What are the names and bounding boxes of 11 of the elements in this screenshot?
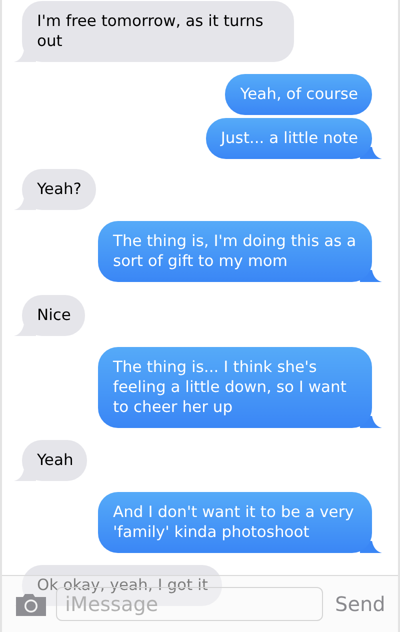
message-bubble: Nice — [22, 295, 85, 336]
message-bubble: Yeah? — [22, 169, 96, 210]
message-bubble: The thing is, I'm doing this as a sort of gift to my mom — [98, 221, 372, 282]
message-bubble: And I don't want it to be a very 'family' kinda photoshoot — [98, 492, 372, 553]
message-bubble: The thing is... I think she's feeling a little down, so I want to cheer her up — [98, 347, 372, 428]
message-bubble: I'm free tomorrow, as it turns out — [22, 1, 294, 62]
send-button[interactable]: Send — [333, 589, 388, 619]
camera-icon[interactable] — [16, 592, 46, 616]
message-bubble: Just... a little note — [206, 118, 372, 159]
message-bubble: Yeah — [22, 440, 88, 481]
message-bubble: Yeah, of course — [225, 74, 372, 115]
